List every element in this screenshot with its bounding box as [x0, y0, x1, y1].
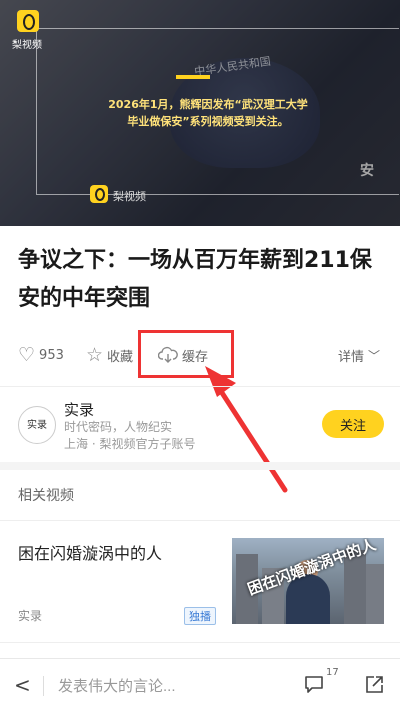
exclusive-badge: 独播: [184, 607, 216, 625]
caption-accent-bar: [176, 75, 210, 79]
pear-logo-icon: [17, 10, 39, 32]
caption-line-2: 毕业做保安”系列视频受到关注。: [127, 115, 289, 128]
collect-button[interactable]: ☆ 收藏: [86, 338, 133, 372]
video-caption: 2026年1月，熊辉因发布“武汉理工大学 毕业做保安”系列视频受到关注。: [78, 96, 338, 130]
video-player[interactable]: 中华人民共和国 安 梨视频 2026年1月，熊辉因发布“武汉理工大学 毕业做保安…: [0, 0, 400, 226]
channel-location: 上海 · 梨视频官方子账号: [64, 437, 196, 451]
comment-count: 17: [326, 667, 339, 678]
section-separator: [0, 462, 400, 470]
back-arrow-icon[interactable]: <: [14, 673, 31, 697]
channel-name[interactable]: 实录: [64, 399, 94, 420]
chevron-down-icon: ﹀: [368, 348, 381, 363]
follow-button[interactable]: 关注: [322, 410, 384, 438]
channel-avatar[interactable]: 实录: [18, 406, 56, 444]
share-icon[interactable]: [363, 673, 385, 695]
highlight-box: [138, 330, 234, 378]
divider: [0, 520, 400, 521]
heart-icon: ♡: [18, 344, 36, 366]
related-video-title[interactable]: 困在闪婚漩涡中的人: [18, 540, 162, 564]
channel-description: 时代密码，人物纪实: [64, 420, 173, 434]
divider: [0, 386, 400, 387]
bottom-bar: < 17: [0, 658, 400, 712]
like-count: 953: [39, 347, 64, 363]
details-label: 详情: [338, 349, 365, 365]
divider: [0, 642, 400, 643]
caption-line-1: 2026年1月，熊辉因发布“武汉理工大学: [108, 98, 308, 111]
related-videos-heading: 相关视频: [18, 488, 74, 504]
brand-label: 梨视频: [12, 40, 42, 51]
collect-label: 收藏: [107, 349, 134, 365]
like-button[interactable]: ♡ 953: [18, 338, 64, 372]
watermark-label: 梨视频: [113, 190, 146, 203]
comment-bubble-icon[interactable]: [303, 673, 325, 695]
star-icon: ☆: [86, 344, 104, 366]
related-video-thumbnail[interactable]: 困在闪婚漩涡中的人: [232, 538, 384, 624]
comment-input[interactable]: [56, 671, 280, 701]
watermark-logo-icon: [90, 185, 108, 203]
details-button[interactable]: 详情 ﹀: [338, 338, 380, 372]
divider: [43, 676, 44, 696]
related-video-source: 实录: [18, 609, 43, 623]
video-title: 争议之下：一场从百万年薪到211保安的中年突围: [18, 248, 372, 311]
